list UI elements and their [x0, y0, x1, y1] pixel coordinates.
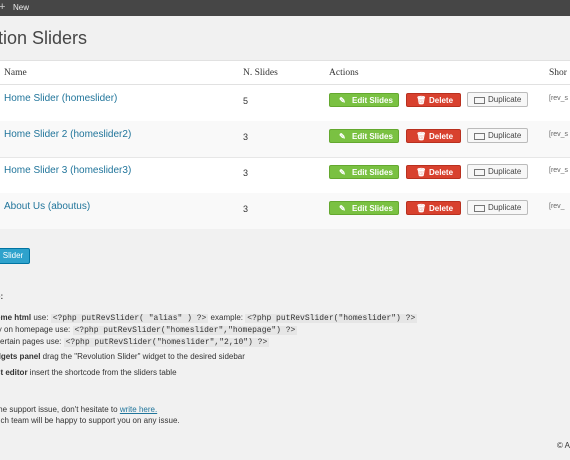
slide-count: 3 [243, 204, 249, 214]
duplicate-icon [474, 133, 485, 140]
help-line-editor: st editor insert the shortcode from the … [0, 368, 177, 377]
edit-slides-button[interactable]: ✎ Edit Slides [329, 129, 399, 143]
duplicate-icon [474, 169, 485, 176]
column-header-actions: Actions [329, 68, 359, 78]
edit-slides-button[interactable]: ✎ Edit Slides [329, 93, 399, 107]
trash-icon: 🗑 [416, 204, 427, 213]
duplicate-button[interactable]: Duplicate [467, 164, 528, 179]
duplicate-icon [474, 97, 485, 104]
support-line-2: nch team will be happy to support you on… [0, 416, 180, 425]
create-slider-button[interactable]: Slider [0, 248, 30, 264]
table-row: About Us (aboutus) 3 ✎ Edit Slides 🗑 Delet… [0, 193, 570, 229]
duplicate-button[interactable]: Duplicate [467, 92, 528, 107]
duplicate-button[interactable]: Duplicate [467, 200, 528, 215]
table-row: Home Slider (homeslider) 5 ✎ Edit Slides … [0, 85, 570, 122]
slide-count: 3 [243, 168, 249, 178]
shortcode-text: [rev_ [549, 203, 565, 210]
column-header-slides: N. Slides [243, 68, 278, 78]
pencil-icon: ✎ [339, 204, 346, 213]
footer-copyright: © A [557, 441, 570, 450]
plus-icon[interactable]: + [0, 1, 5, 14]
support-line: me support issue, don't hesitate to writ… [0, 405, 158, 414]
trash-icon: 🗑 [416, 96, 427, 105]
new-menu-item[interactable]: New [13, 3, 29, 12]
duplicate-button[interactable]: Duplicate [467, 128, 528, 143]
delete-button[interactable]: 🗑 Delete [406, 165, 461, 179]
delete-button[interactable]: 🗑 Delete [406, 129, 461, 143]
page-title: tion Sliders [0, 28, 88, 48]
slider-name-link[interactable]: Home Slider 3 (homeslider3) [4, 165, 131, 176]
help-heading: e: [0, 292, 4, 301]
help-line-pages: certain pages use: <?php putRevSlider("h… [0, 337, 270, 347]
slider-name-link[interactable]: Home Slider (homeslider) [4, 93, 117, 104]
slide-count: 5 [243, 96, 249, 106]
shortcode-text: [rev_s [549, 131, 569, 138]
help-line-theme: eme html use: <?php putRevSlider( "alias… [0, 313, 418, 323]
slider-name-link[interactable]: About Us (aboutus) [4, 201, 90, 212]
table-header: Name N. Slides Actions Shor [0, 61, 570, 85]
slider-name-link[interactable]: Home Slider 2 (homeslider2) [4, 129, 131, 140]
sliders-table: Name N. Slides Actions Shor Home Slider … [0, 60, 570, 229]
help-line-homepage: ly on homepage use: <?php putRevSlider("… [0, 325, 298, 335]
table-row: Home Slider 2 (homeslider2) 3 ✎ Edit Slid… [0, 121, 570, 158]
slide-count: 3 [243, 132, 249, 142]
edit-slides-button[interactable]: ✎ Edit Slides [329, 201, 399, 215]
shortcode-text: [rev_s [549, 167, 569, 174]
admin-bar: + New [0, 0, 570, 16]
pencil-icon: ✎ [339, 96, 346, 105]
delete-button[interactable]: 🗑 Delete [406, 201, 461, 215]
trash-icon: 🗑 [416, 132, 427, 141]
column-header-shortcode: Shor [549, 68, 567, 78]
shortcode-text: [rev_s [549, 95, 569, 102]
trash-icon: 🗑 [416, 168, 427, 177]
table-row: Home Slider 3 (homeslider3) 3 ✎ Edit Slid… [0, 157, 570, 194]
write-here-link[interactable]: write here. [120, 405, 157, 414]
edit-slides-button[interactable]: ✎ Edit Slides [329, 165, 399, 179]
pencil-icon: ✎ [339, 168, 346, 177]
pencil-icon: ✎ [339, 132, 346, 141]
column-header-name: Name [4, 68, 27, 78]
delete-button[interactable]: 🗑 Delete [406, 93, 461, 107]
duplicate-icon [474, 205, 485, 212]
help-line-widgets: dgets panel drag the "Revolution Slider"… [0, 352, 245, 361]
